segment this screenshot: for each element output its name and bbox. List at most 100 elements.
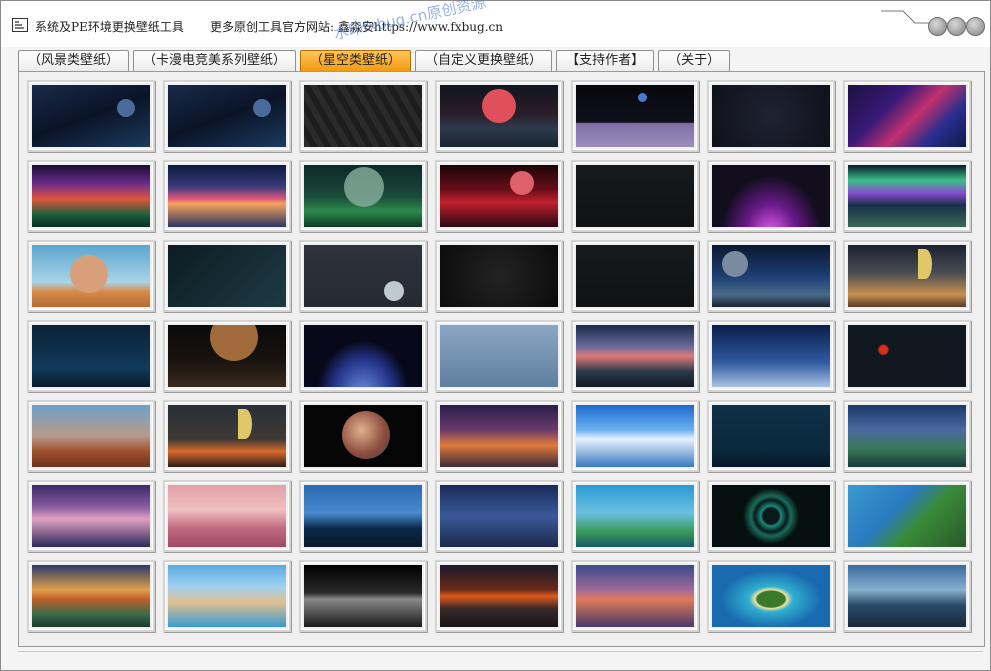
- wallpaper-thumbnail[interactable]: [27, 400, 155, 472]
- wallpaper-thumbnail[interactable]: [571, 160, 699, 232]
- website-link[interactable]: 更多原创工具官方网站: 鑫淼安https://www.fxbug.cn: [210, 18, 503, 35]
- wallpaper-image-blue-night-sky: [32, 325, 150, 387]
- wallpaper-image-sunset-sea-stacks: [440, 565, 558, 627]
- wallpaper-panel: [18, 71, 985, 647]
- wallpaper-image-eclipse-dark: [848, 325, 966, 387]
- wallpaper-thumbnail[interactable]: [571, 480, 699, 552]
- wallpaper-thumbnail[interactable]: [163, 80, 291, 152]
- wallpaper-thumbnail[interactable]: [707, 240, 835, 312]
- wallpaper-thumbnail[interactable]: [435, 320, 563, 392]
- tab-landscape[interactable]: （风景类壁纸）: [18, 50, 130, 71]
- wallpaper-thumbnail[interactable]: [299, 480, 427, 552]
- wallpaper-thumbnail[interactable]: [163, 560, 291, 632]
- wallpaper-image-astronaut-earth-rock: [712, 245, 830, 307]
- tab-custom-wallpaper[interactable]: （自定义更换壁纸）: [415, 50, 553, 71]
- wallpaper-thumbnail[interactable]: [163, 320, 291, 392]
- wallpaper-thumbnail[interactable]: [707, 560, 835, 632]
- wallpaper-thumbnail[interactable]: [843, 400, 971, 472]
- wallpaper-image-astronaut-dark: [576, 165, 694, 227]
- wallpaper-thumbnail[interactable]: [163, 480, 291, 552]
- wallpaper-thumbnail[interactable]: [571, 240, 699, 312]
- wallpaper-image-planet-over-rocks: [168, 325, 286, 387]
- wallpaper-image-red-planet-road: [440, 85, 558, 147]
- wallpaper-thumbnail[interactable]: [163, 160, 291, 232]
- wallpaper-image-fantasy-mountains-ring: [32, 165, 150, 227]
- tab-bar: （风景类壁纸） （卡漫电竞美系列壁纸） （星空类壁纸） （自定义更换壁纸） 【支…: [18, 50, 734, 72]
- wallpaper-image-blue-earth-horizon: [304, 325, 422, 387]
- wallpaper-image-3d-balls-grey: [440, 325, 558, 387]
- wallpaper-thumbnail[interactable]: [435, 80, 563, 152]
- wallpaper-thumbnail[interactable]: [707, 160, 835, 232]
- wallpaper-thumbnail[interactable]: [27, 80, 155, 152]
- wallpaper-image-pink-clouds: [168, 485, 286, 547]
- minimize-button[interactable]: [928, 17, 947, 36]
- wallpaper-thumbnail[interactable]: [843, 160, 971, 232]
- wallpaper-thumbnail[interactable]: [435, 240, 563, 312]
- wallpaper-thumbnail[interactable]: [843, 320, 971, 392]
- wallpaper-image-black-white-sea: [304, 565, 422, 627]
- wallpaper-thumbnail[interactable]: [163, 400, 291, 472]
- wallpaper-image-space-blue-planet-light: [32, 85, 150, 147]
- wallpaper-thumbnail[interactable]: [707, 320, 835, 392]
- wallpaper-image-rainbow-island-tower: [576, 485, 694, 547]
- maximize-button[interactable]: [947, 17, 966, 36]
- wallpaper-image-purple-sunset-shore: [32, 485, 150, 547]
- wallpaper-image-sandbar-lagoon: [168, 565, 286, 627]
- wallpaper-image-red-alien-landscape: [440, 165, 558, 227]
- wallpaper-thumbnail[interactable]: [707, 480, 835, 552]
- wallpaper-thumbnail[interactable]: [27, 160, 155, 232]
- wallpaper-image-green-planet-jungle: [304, 165, 422, 227]
- wallpaper-image-solar-system-orbits: [712, 85, 830, 147]
- wallpaper-thumbnail[interactable]: [571, 400, 699, 472]
- wallpaper-image-orange-dusk-crescent: [168, 405, 286, 467]
- wallpaper-thumbnail[interactable]: [27, 560, 155, 632]
- wallpaper-thumbnail[interactable]: [435, 480, 563, 552]
- status-bar: [18, 651, 983, 660]
- wallpaper-thumbnail[interactable]: [299, 160, 427, 232]
- wallpaper-thumbnail[interactable]: [299, 400, 427, 472]
- wallpaper-thumbnail[interactable]: [843, 480, 971, 552]
- wallpaper-image-space-earth-orb: [168, 85, 286, 147]
- tab-anime-esports[interactable]: （卡漫电竞美系列壁纸）: [133, 50, 297, 71]
- wallpaper-image-beach-sunset-rocks: [32, 565, 150, 627]
- wallpaper-thumbnail[interactable]: [435, 400, 563, 472]
- wallpaper-grid: [27, 80, 971, 632]
- wallpaper-thumbnail[interactable]: [707, 80, 835, 152]
- wallpaper-image-teal-ring-tunnel: [712, 485, 830, 547]
- tab-support-author[interactable]: 【支持作者】: [556, 50, 655, 71]
- wallpaper-image-volcano-cloud-city: [848, 565, 966, 627]
- wallpaper-image-colorful-planet-black: [304, 405, 422, 467]
- wallpaper-image-purple-arc-glow: [712, 165, 830, 227]
- wallpaper-image-sunset-clouds-flare: [168, 165, 286, 227]
- wallpaper-thumbnail[interactable]: [843, 80, 971, 152]
- wallpaper-thumbnail[interactable]: [571, 320, 699, 392]
- wallpaper-image-aerial-island: [712, 565, 830, 627]
- tab-about[interactable]: （关于）: [658, 50, 731, 71]
- wallpaper-thumbnail[interactable]: [571, 80, 699, 152]
- wallpaper-thumbnail[interactable]: [435, 160, 563, 232]
- wallpaper-thumbnail[interactable]: [163, 240, 291, 312]
- wallpaper-thumbnail[interactable]: [571, 560, 699, 632]
- wallpaper-thumbnail[interactable]: [27, 320, 155, 392]
- wallpaper-image-astronaut-moon-surface: [576, 85, 694, 147]
- wallpaper-image-planets-teal: [168, 245, 286, 307]
- wallpaper-thumbnail[interactable]: [843, 560, 971, 632]
- wallpaper-thumbnail[interactable]: [707, 400, 835, 472]
- wallpaper-image-desert-moon-rock: [32, 405, 150, 467]
- title-bar[interactable]: 系统及PE环境更换壁纸工具 更多原创工具官方网站: 鑫淼安https://www…: [1, 1, 990, 47]
- wallpaper-image-sunset-crescent: [848, 245, 966, 307]
- close-button[interactable]: [966, 17, 985, 36]
- wallpaper-thumbnail[interactable]: [299, 320, 427, 392]
- wallpaper-thumbnail[interactable]: [299, 80, 427, 152]
- wallpaper-thumbnail[interactable]: [299, 240, 427, 312]
- wallpaper-thumbnail[interactable]: [27, 240, 155, 312]
- wallpaper-thumbnail[interactable]: [299, 560, 427, 632]
- tab-starry-sky[interactable]: （星空类壁纸）: [300, 50, 412, 71]
- wallpaper-image-rog-logo-dark: [440, 245, 558, 307]
- wallpaper-image-ocean-moonlight: [712, 405, 830, 467]
- wallpaper-thumbnail[interactable]: [27, 480, 155, 552]
- wallpaper-image-purple-pink-wave: [848, 85, 966, 147]
- wallpaper-image-aerial-green-coast: [848, 485, 966, 547]
- wallpaper-thumbnail[interactable]: [843, 240, 971, 312]
- wallpaper-thumbnail[interactable]: [435, 560, 563, 632]
